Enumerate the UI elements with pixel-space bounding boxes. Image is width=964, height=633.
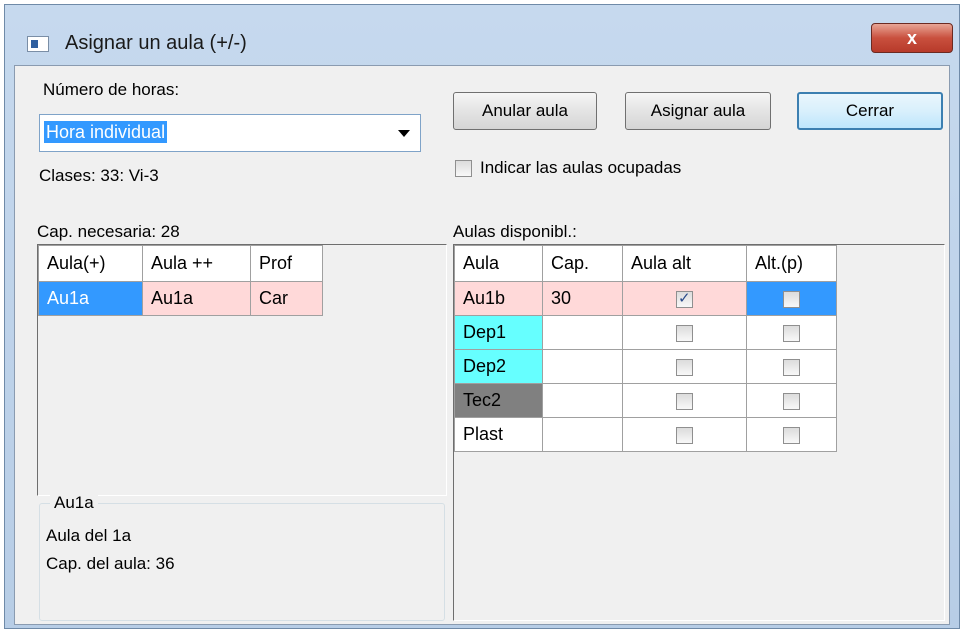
cell-aula[interactable]: Au1b: [454, 281, 543, 316]
column-header-aula[interactable]: Aula: [454, 245, 543, 282]
table-row[interactable]: Dep2: [454, 349, 837, 384]
title-bar[interactable]: Asignar un aula (+/-) x: [5, 5, 959, 63]
cell-alt-p[interactable]: [746, 383, 837, 418]
aula-alt-checkbox[interactable]: [676, 392, 693, 410]
cell-aula[interactable]: Dep1: [454, 315, 543, 350]
table-row[interactable]: Tec2: [454, 383, 837, 418]
room-info-line1: Aula del 1a: [46, 526, 132, 545]
cell-aula[interactable]: Tec2: [454, 383, 543, 418]
room-info-title: Au1a: [50, 493, 98, 513]
dialog-body: Número de horas: Hora individual Clases:…: [14, 65, 950, 625]
cell-aula-alt[interactable]: [622, 349, 747, 384]
aula-alt-checkbox[interactable]: [676, 289, 693, 308]
table-row[interactable]: Au1a Au1a Car: [38, 281, 323, 316]
cell-aula-alt[interactable]: [622, 383, 747, 418]
hours-dropdown[interactable]: Hora individual: [39, 114, 421, 152]
column-header-cap[interactable]: Cap.: [542, 245, 623, 282]
asignar-aula-button[interactable]: Asignar aula: [625, 92, 771, 130]
cerrar-button[interactable]: Cerrar: [797, 92, 943, 130]
column-header-prof[interactable]: Prof: [250, 245, 323, 282]
cell-aula-alt[interactable]: [622, 417, 747, 452]
cell-prof[interactable]: Car: [250, 281, 323, 316]
available-rooms-grid[interactable]: Aula Cap. Aula alt Alt.(p) Au1b 30 Dep1: [453, 244, 945, 621]
cell-cap[interactable]: 30: [542, 281, 623, 316]
table-row[interactable]: Dep1: [454, 315, 837, 350]
alt-p-checkbox[interactable]: [783, 426, 800, 444]
table-row[interactable]: Au1b 30: [454, 281, 837, 316]
aula-alt-checkbox[interactable]: [676, 426, 693, 444]
cell-alt-p[interactable]: [746, 349, 837, 384]
column-header-aula-alt[interactable]: Aula alt: [622, 245, 747, 282]
column-header-aula-plus[interactable]: Aula(+): [38, 245, 143, 282]
cell-cap[interactable]: [542, 383, 623, 418]
occupied-checkbox[interactable]: [455, 160, 472, 177]
chevron-down-icon[interactable]: [398, 130, 410, 137]
aula-alt-checkbox[interactable]: [676, 358, 693, 376]
cell-alt-p[interactable]: [746, 417, 837, 452]
hours-dropdown-value: Hora individual: [44, 121, 168, 143]
cell-aula-alt[interactable]: [622, 315, 747, 350]
cell-alt-p[interactable]: [746, 315, 837, 350]
alt-p-checkbox[interactable]: [783, 392, 800, 410]
alt-p-checkbox[interactable]: [783, 290, 800, 308]
app-icon: [27, 36, 49, 52]
alt-p-checkbox[interactable]: [783, 358, 800, 376]
room-info-group: Au1a Aula del 1a Cap. del aula: 36: [39, 493, 445, 621]
cell-aula-plus[interactable]: Au1a: [38, 281, 143, 316]
column-header-aula-plusplus[interactable]: Aula ++: [142, 245, 251, 282]
window-title: Asignar un aula (+/-): [65, 32, 247, 54]
cell-aula[interactable]: Dep2: [454, 349, 543, 384]
cell-aula[interactable]: Plast: [454, 417, 543, 452]
cell-aula-alt[interactable]: [622, 281, 747, 316]
cell-cap[interactable]: [542, 417, 623, 452]
occupied-checkbox-label[interactable]: Indicar las aulas ocupadas: [480, 158, 681, 178]
alt-p-checkbox[interactable]: [783, 324, 800, 342]
cell-alt-p[interactable]: [746, 281, 837, 316]
cell-cap[interactable]: [542, 349, 623, 384]
available-rooms-label: Aulas disponibl.:: [453, 222, 577, 241]
hours-label: Número de horas:: [43, 80, 180, 99]
classes-text: Clases: 33: Vi-3: [39, 166, 159, 185]
room-info-line2: Cap. del aula: 36: [46, 554, 175, 573]
column-header-alt-p[interactable]: Alt.(p): [746, 245, 837, 282]
assigned-rooms-grid[interactable]: Aula(+) Aula ++ Prof Au1a Au1a Car: [37, 244, 447, 496]
dialog-window: Asignar un aula (+/-) x Número de horas:…: [4, 4, 960, 629]
aula-alt-checkbox[interactable]: [676, 324, 693, 342]
anular-aula-button[interactable]: Anular aula: [453, 92, 597, 130]
close-window-button[interactable]: x: [871, 23, 953, 53]
cell-cap[interactable]: [542, 315, 623, 350]
table-row[interactable]: Plast: [454, 417, 837, 452]
required-capacity-label: Cap. necesaria: 28: [37, 222, 180, 241]
cell-aula-plusplus[interactable]: Au1a: [142, 281, 251, 316]
